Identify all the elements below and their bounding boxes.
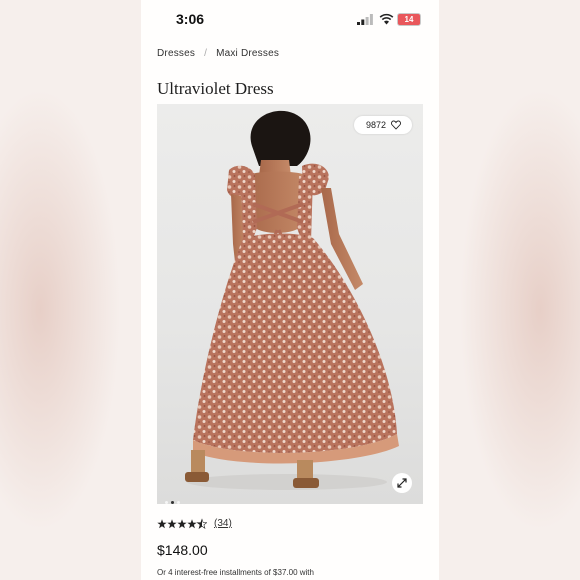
signal-icon [357, 14, 373, 25]
star-rating [157, 518, 207, 529]
star-icon [187, 519, 197, 529]
expand-image-button[interactable] [392, 473, 412, 493]
gallery-dot[interactable] [177, 501, 180, 504]
favorite-button[interactable]: 9872 [354, 116, 412, 134]
gallery-dot[interactable] [165, 501, 168, 504]
status-time: 3:06 [176, 11, 205, 27]
favorites-count: 9872 [366, 120, 387, 130]
installments-text: Or 4 interest-free installments of $37.0… [157, 568, 314, 577]
breadcrumb-maxi-dresses[interactable]: Maxi Dresses [216, 48, 279, 59]
star-icon [177, 519, 187, 529]
breadcrumb-dresses[interactable]: Dresses [157, 48, 195, 59]
heart-icon [391, 120, 401, 130]
breadcrumb: Dresses / Maxi Dresses [157, 48, 279, 59]
star-icon [157, 519, 167, 529]
gallery-pagination [165, 491, 183, 504]
wifi-icon [379, 13, 394, 25]
product-photo [185, 110, 399, 490]
product-price: $148.00 [157, 542, 208, 558]
reviews-link[interactable]: (34) [214, 518, 232, 529]
star-icon [167, 519, 177, 529]
star-icon-half [196, 518, 207, 529]
phone-screen: 3:06 14 Dresses / Maxi Dresses Ultraviolet… [141, 0, 439, 580]
expand-icon [397, 478, 407, 488]
battery-indicator: 14 [397, 13, 421, 26]
gallery-dot-active[interactable] [171, 501, 174, 504]
breadcrumb-separator: / [204, 48, 208, 59]
product-title: Ultraviolet Dress [157, 79, 274, 98]
status-bar: 3:06 14 [141, 0, 439, 38]
product-image-gallery[interactable]: 9872 [157, 104, 423, 504]
